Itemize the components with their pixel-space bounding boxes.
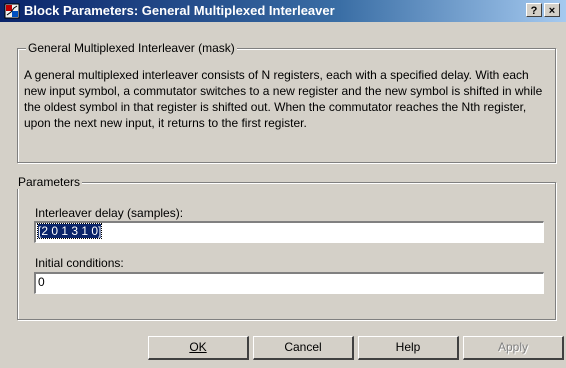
apply-button[interactable]: Apply	[463, 336, 564, 360]
parameters-legend: Parameters	[16, 175, 83, 189]
cancel-button[interactable]: Cancel	[253, 336, 354, 360]
title-help-button[interactable]: ?	[526, 3, 542, 17]
title-close-button[interactable]: ×	[544, 3, 560, 17]
help-button[interactable]: Help	[358, 336, 459, 360]
window-title: Block Parameters: General Multiplexed In…	[24, 3, 335, 18]
title-bar[interactable]: Block Parameters: General Multiplexed In…	[0, 0, 566, 22]
apply-button-label: Apply	[497, 340, 529, 354]
initial-conditions-value: 0	[38, 275, 45, 289]
mask-legend: General Multiplexed Interleaver (mask)	[26, 41, 237, 55]
interleaver-delay-input[interactable]: [2 0 1 3 1 0]	[34, 221, 544, 243]
ok-button-label: OK	[189, 340, 207, 354]
help-button-label: Help	[395, 340, 421, 354]
mask-description: A general multiplexed interleaver consis…	[24, 68, 543, 130]
mask-groupbox: General Multiplexed Interleaver (mask) A…	[17, 41, 556, 163]
ok-button[interactable]: OK	[148, 336, 249, 360]
parameters-groupbox: Parameters	[16, 175, 556, 320]
interleaver-delay-value: [2 0 1 3 1 0]	[36, 223, 103, 239]
simulink-block-icon	[4, 3, 20, 19]
initial-conditions-input[interactable]: 0	[34, 272, 544, 294]
dialog-window: Block Parameters: General Multiplexed In…	[0, 0, 566, 368]
cancel-button-label: Cancel	[284, 340, 322, 354]
interleaver-delay-label: Interleaver delay (samples):	[35, 206, 184, 220]
initial-conditions-label: Initial conditions:	[35, 256, 124, 270]
